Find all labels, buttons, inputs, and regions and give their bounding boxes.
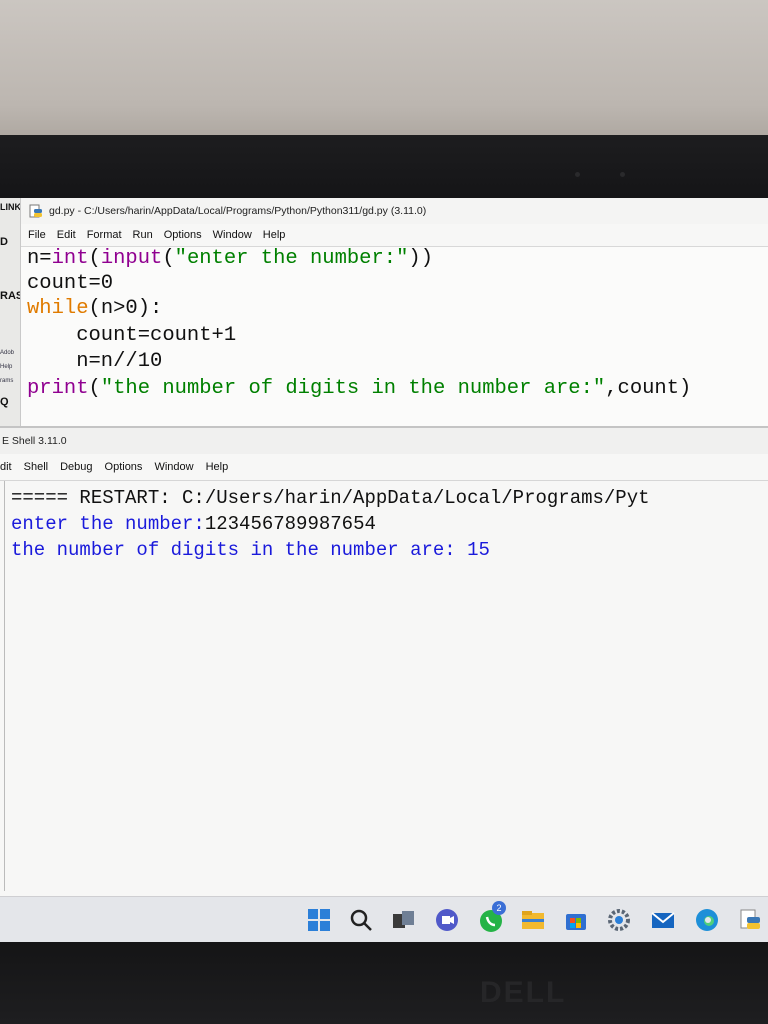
python-icon[interactable]	[738, 907, 764, 933]
code-token: int	[51, 247, 89, 270]
menu-help[interactable]: Help	[263, 229, 286, 241]
teams-icon[interactable]	[434, 907, 460, 933]
menu-window[interactable]: Window	[213, 229, 252, 241]
desktop-label: rams	[0, 378, 14, 384]
search-icon[interactable]	[348, 907, 374, 933]
menu-format[interactable]: Format	[87, 229, 122, 241]
screen: LINK D RAS Adob Help rams Q gd.py - C:/U…	[0, 198, 768, 942]
code-token: ))	[408, 247, 434, 270]
menu-window[interactable]: Window	[154, 461, 193, 473]
sensor-dot	[575, 172, 580, 177]
mail-icon[interactable]	[650, 907, 676, 933]
code-line[interactable]: n=n//10	[27, 350, 162, 373]
editor-menubar: File Edit Format Run Options Window Help	[21, 224, 768, 247]
brand-logo: DELL	[480, 976, 567, 1009]
code-line[interactable]: n=int(input("enter the number:"))	[27, 247, 433, 270]
menu-help[interactable]: Help	[206, 461, 229, 473]
menu-shell[interactable]: Shell	[24, 461, 48, 473]
whatsapp-icon[interactable]: 2	[478, 901, 506, 933]
code-line[interactable]: count=count+1	[27, 324, 236, 347]
prompt-text: enter the number:	[11, 513, 205, 535]
menu-edit[interactable]: dit	[0, 461, 12, 473]
python-file-icon	[29, 204, 43, 218]
code-token: (	[88, 377, 101, 400]
restart-line: ===== RESTART: C:/Users/harin/AppData/Lo…	[11, 487, 650, 509]
editor-titlebar[interactable]: gd.py - C:/Users/harin/AppData/Local/Pro…	[21, 198, 768, 224]
code-token: input	[100, 247, 163, 270]
monitor-top-bezel	[0, 135, 768, 321]
store-icon[interactable]	[563, 907, 589, 933]
monitor-bottom-bezel: DELL	[0, 942, 768, 1024]
background-wall	[0, 0, 768, 150]
menu-edit[interactable]: Edit	[57, 229, 76, 241]
shell-output[interactable]: ===== RESTART: C:/Users/harin/AppData/Lo…	[4, 481, 768, 891]
desktop-label: Help	[0, 364, 13, 370]
prompt-line: enter the number:123456789987654	[11, 513, 376, 535]
menu-options[interactable]: Options	[164, 229, 202, 241]
task-view-icon[interactable]	[390, 907, 416, 933]
desktop-label: Adob	[0, 350, 15, 356]
code-token: ,count)	[605, 377, 692, 400]
code-line[interactable]: count=0	[27, 272, 113, 295]
user-input: 123456789987654	[204, 513, 376, 535]
file-explorer-icon[interactable]	[520, 907, 546, 933]
notification-badge: 2	[492, 901, 506, 915]
code-line[interactable]: print("the number of digits in the numbe…	[27, 377, 691, 400]
settings-icon[interactable]	[606, 907, 632, 933]
shell-titlebar[interactable]: E Shell 3.11.0	[0, 428, 768, 454]
code-token: (	[88, 247, 101, 270]
menu-file[interactable]: File	[28, 229, 46, 241]
desktop-label: LINK	[0, 202, 21, 212]
desktop-label: Q	[0, 396, 9, 408]
edge-icon[interactable]	[694, 907, 720, 933]
code-line[interactable]: while(n>0):	[27, 297, 162, 320]
code-token: (	[162, 247, 175, 270]
taskbar: 2	[0, 896, 768, 942]
output-line: the number of digits in the number are: …	[11, 539, 490, 561]
shell-window: E Shell 3.11.0 dit Shell Debug Options W…	[0, 426, 768, 898]
code-token: "enter the number:"	[174, 247, 409, 270]
shell-title: E Shell 3.11.0	[2, 435, 67, 447]
shell-menubar: dit Shell Debug Options Window Help	[0, 454, 768, 481]
menu-debug[interactable]: Debug	[60, 461, 92, 473]
code-token: (n>0):	[88, 297, 163, 320]
menu-run[interactable]: Run	[133, 229, 153, 241]
start-icon[interactable]	[306, 907, 332, 933]
code-token: print	[27, 377, 89, 400]
code-token: while	[27, 297, 89, 320]
menu-options[interactable]: Options	[105, 461, 143, 473]
code-token: "the number of digits in the number are:…	[100, 377, 606, 400]
editor-title: gd.py - C:/Users/harin/AppData/Local/Pro…	[49, 205, 427, 217]
desktop-label: D	[0, 236, 8, 248]
sensor-dot	[620, 172, 625, 177]
editor-window: gd.py - C:/Users/harin/AppData/Local/Pro…	[20, 198, 768, 426]
code-token: n=	[27, 247, 52, 270]
